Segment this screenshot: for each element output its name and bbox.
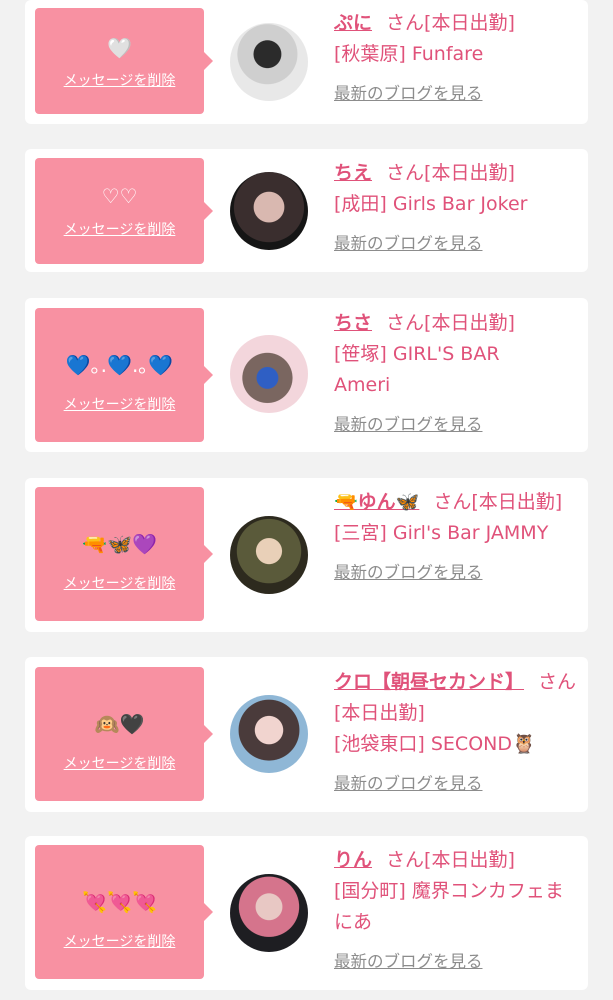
cast-name-link[interactable]: ちさ	[334, 312, 372, 334]
san-label: さん	[386, 162, 425, 184]
cast-name-link[interactable]: クロ【朝昼セカンド】	[334, 671, 524, 693]
blog-link[interactable]: 最新のブログを見る	[334, 234, 483, 253]
shop-name: [国分町] 魔界コンカフェまにあ	[334, 880, 564, 933]
blog-link[interactable]: 最新のブログを見る	[334, 952, 483, 971]
san-label: さん	[386, 12, 425, 34]
cast-info: ぷに さん[本日出勤] [秋葉原] Funfare 最新のブログを見る	[334, 8, 579, 109]
avatar[interactable]	[230, 23, 308, 101]
message-text: 🔫🦋💜	[82, 532, 157, 556]
cast-info: ちさ さん[本日出勤] [笹塚] GIRL'S BAR Ameri 最新のブログを…	[334, 308, 579, 440]
message-card: 🙉🖤 メッセージを削除 クロ【朝昼セカンド】 さん [本日出勤] [池袋東口] SE…	[25, 657, 588, 812]
cast-name-link[interactable]: りん	[334, 849, 372, 871]
message-bubble: 🙉🖤 メッセージを削除	[35, 667, 213, 801]
cast-info: 🔫ゆん🦋 さん[本日出勤] [三宮] Girl's Bar JAMMY 最新のブロ…	[334, 487, 579, 588]
cast-name-line: クロ【朝昼セカンド】 さん [本日出勤]	[334, 667, 579, 729]
san-label: さん	[386, 312, 425, 334]
status-label: [本日出勤]	[424, 12, 515, 34]
status-label: [本日出勤]	[424, 312, 515, 334]
cast-info: クロ【朝昼セカンド】 さん [本日出勤] [池袋東口] SECOND🦉 最新のブログ…	[334, 667, 579, 799]
cast-name-line: りん さん[本日出勤]	[334, 845, 579, 876]
message-card: 💙｡.💙.｡💙 メッセージを削除 ちさ さん[本日出勤] [笹塚] GIRL'S …	[25, 298, 588, 452]
cast-name-link[interactable]: 🔫ゆん🦋	[334, 491, 419, 513]
message-text: 💘💘💘	[82, 890, 157, 914]
cast-name-line: 🔫ゆん🦋 さん[本日出勤]	[334, 487, 579, 518]
san-label: さん	[386, 849, 425, 871]
message-text: ♡♡	[101, 184, 138, 208]
cast-name-link[interactable]: ぷに	[334, 12, 372, 34]
blog-link[interactable]: 最新のブログを見る	[334, 415, 483, 434]
avatar[interactable]	[230, 516, 308, 594]
san-label: さん	[433, 491, 472, 513]
delete-message-link[interactable]: メッセージを削除	[35, 575, 204, 593]
message-text: 🤍	[107, 36, 132, 60]
message-bubble: ♡♡ メッセージを削除	[35, 158, 213, 264]
message-bubble: 🔫🦋💜 メッセージを削除	[35, 487, 213, 621]
shop-name: [成田] Girls Bar Joker	[334, 193, 528, 215]
cast-name-link[interactable]: ちえ	[334, 162, 372, 184]
message-text: 💙｡.💙.｡💙	[65, 353, 174, 377]
delete-message-link[interactable]: メッセージを削除	[35, 221, 204, 239]
san-label: さん	[538, 671, 577, 693]
shop-name: [秋葉原] Funfare	[334, 43, 484, 65]
cast-name-line: ぷに さん[本日出勤]	[334, 8, 579, 39]
status-label: [本日出勤]	[424, 162, 515, 184]
cast-name-line: ちさ さん[本日出勤]	[334, 308, 579, 339]
message-card: 💘💘💘 メッセージを削除 りん さん[本日出勤] [国分町] 魔界コンカフェまにあ…	[25, 836, 588, 990]
avatar[interactable]	[230, 335, 308, 413]
cast-name-line: ちえ さん[本日出勤]	[334, 158, 579, 189]
avatar[interactable]	[230, 874, 308, 952]
delete-message-link[interactable]: メッセージを削除	[35, 72, 204, 90]
delete-message-link[interactable]: メッセージを削除	[35, 396, 204, 414]
status-label: [本日出勤]	[334, 702, 425, 724]
message-text: 🙉🖤	[94, 712, 145, 736]
message-card: 🤍 メッセージを削除 ぷに さん[本日出勤] [秋葉原] Funfare 最新のブ…	[25, 0, 588, 124]
delete-message-link[interactable]: メッセージを削除	[35, 933, 204, 951]
cast-info: ちえ さん[本日出勤] [成田] Girls Bar Joker 最新のブログを見…	[334, 158, 579, 259]
blog-link[interactable]: 最新のブログを見る	[334, 774, 483, 793]
message-card: 🔫🦋💜 メッセージを削除 🔫ゆん🦋 さん[本日出勤] [三宮] Girl's Ba…	[25, 478, 588, 632]
message-card: ♡♡ メッセージを削除 ちえ さん[本日出勤] [成田] Girls Bar Jo…	[25, 149, 588, 272]
message-bubble: 💙｡.💙.｡💙 メッセージを削除	[35, 308, 213, 442]
cast-info: りん さん[本日出勤] [国分町] 魔界コンカフェまにあ 最新のブログを見る	[334, 845, 579, 977]
message-bubble: 💘💘💘 メッセージを削除	[35, 845, 213, 979]
shop-name: [池袋東口] SECOND🦉	[334, 733, 536, 755]
avatar[interactable]	[230, 172, 308, 250]
shop-name: [笹塚] GIRL'S BAR Ameri	[334, 343, 500, 396]
blog-link[interactable]: 最新のブログを見る	[334, 563, 483, 582]
delete-message-link[interactable]: メッセージを削除	[35, 755, 204, 773]
status-label: [本日出勤]	[424, 849, 515, 871]
blog-link[interactable]: 最新のブログを見る	[334, 84, 483, 103]
avatar[interactable]	[230, 695, 308, 773]
status-label: [本日出勤]	[471, 491, 563, 513]
shop-name: [三宮] Girl's Bar JAMMY	[334, 522, 549, 544]
message-bubble: 🤍 メッセージを削除	[35, 8, 213, 114]
